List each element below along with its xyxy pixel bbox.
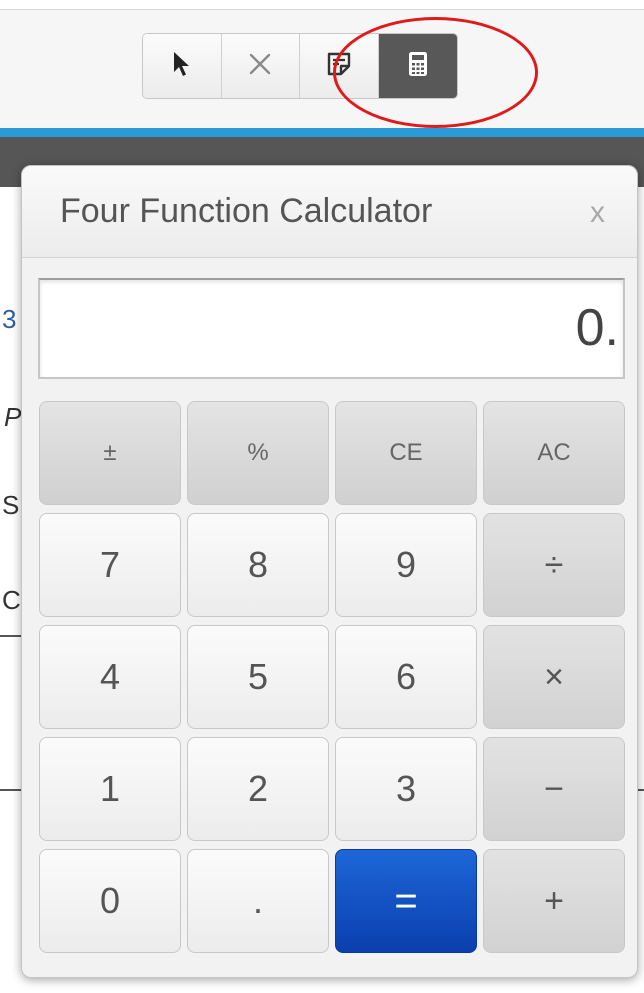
pointer-tool-button[interactable]	[143, 34, 222, 98]
digit-1-key[interactable]: 1	[39, 737, 181, 841]
close-button[interactable]: x	[590, 196, 605, 230]
all-clear-key[interactable]: AC	[483, 401, 625, 505]
pointer-arrow-icon	[171, 50, 193, 83]
digit-3-key[interactable]: 3	[335, 737, 477, 841]
digit-8-key[interactable]: 8	[187, 513, 329, 617]
decimal-point-key[interactable]: .	[187, 849, 329, 953]
digit-9-key[interactable]: 9	[335, 513, 477, 617]
multiply-key[interactable]: ×	[483, 625, 625, 729]
cross-out-tool-button[interactable]	[221, 34, 300, 98]
digit-4-key[interactable]: 4	[39, 625, 181, 729]
digit-0-key[interactable]: 0	[39, 849, 181, 953]
background-rule-line	[638, 789, 644, 791]
background-text-fragment: S	[2, 490, 20, 520]
cross-out-icon	[247, 51, 273, 82]
tool-button-group	[142, 33, 458, 99]
four-function-calculator-panel: Four Function Calculator x 0. ± % CE AC …	[21, 165, 638, 978]
equals-key[interactable]: =	[335, 849, 477, 953]
calculator-header[interactable]: Four Function Calculator x	[22, 166, 637, 258]
clear-entry-key[interactable]: CE	[335, 401, 477, 505]
background-text-fragment: C	[2, 585, 21, 615]
digit-6-key[interactable]: 6	[335, 625, 477, 729]
plus-minus-key[interactable]: ±	[39, 401, 181, 505]
minus-key[interactable]: −	[483, 737, 625, 841]
digit-2-key[interactable]: 2	[187, 737, 329, 841]
notepad-tool-button[interactable]	[300, 34, 379, 98]
calculator-display: 0.	[38, 278, 625, 379]
notepad-icon	[325, 50, 353, 83]
background-text-fragment: 3	[2, 304, 17, 334]
percent-key[interactable]: %	[187, 401, 329, 505]
plus-key[interactable]: +	[483, 849, 625, 953]
background-rule-line	[0, 789, 22, 791]
background-text-fragment: P	[4, 402, 22, 432]
background-rule-line	[0, 635, 22, 637]
digit-5-key[interactable]: 5	[187, 625, 329, 729]
divide-key[interactable]: ÷	[483, 513, 625, 617]
digit-7-key[interactable]: 7	[39, 513, 181, 617]
accent-blue-bar	[0, 128, 644, 137]
calculator-icon	[407, 50, 429, 83]
calculator-title: Four Function Calculator	[60, 192, 433, 230]
calculator-tool-button[interactable]	[378, 34, 457, 98]
